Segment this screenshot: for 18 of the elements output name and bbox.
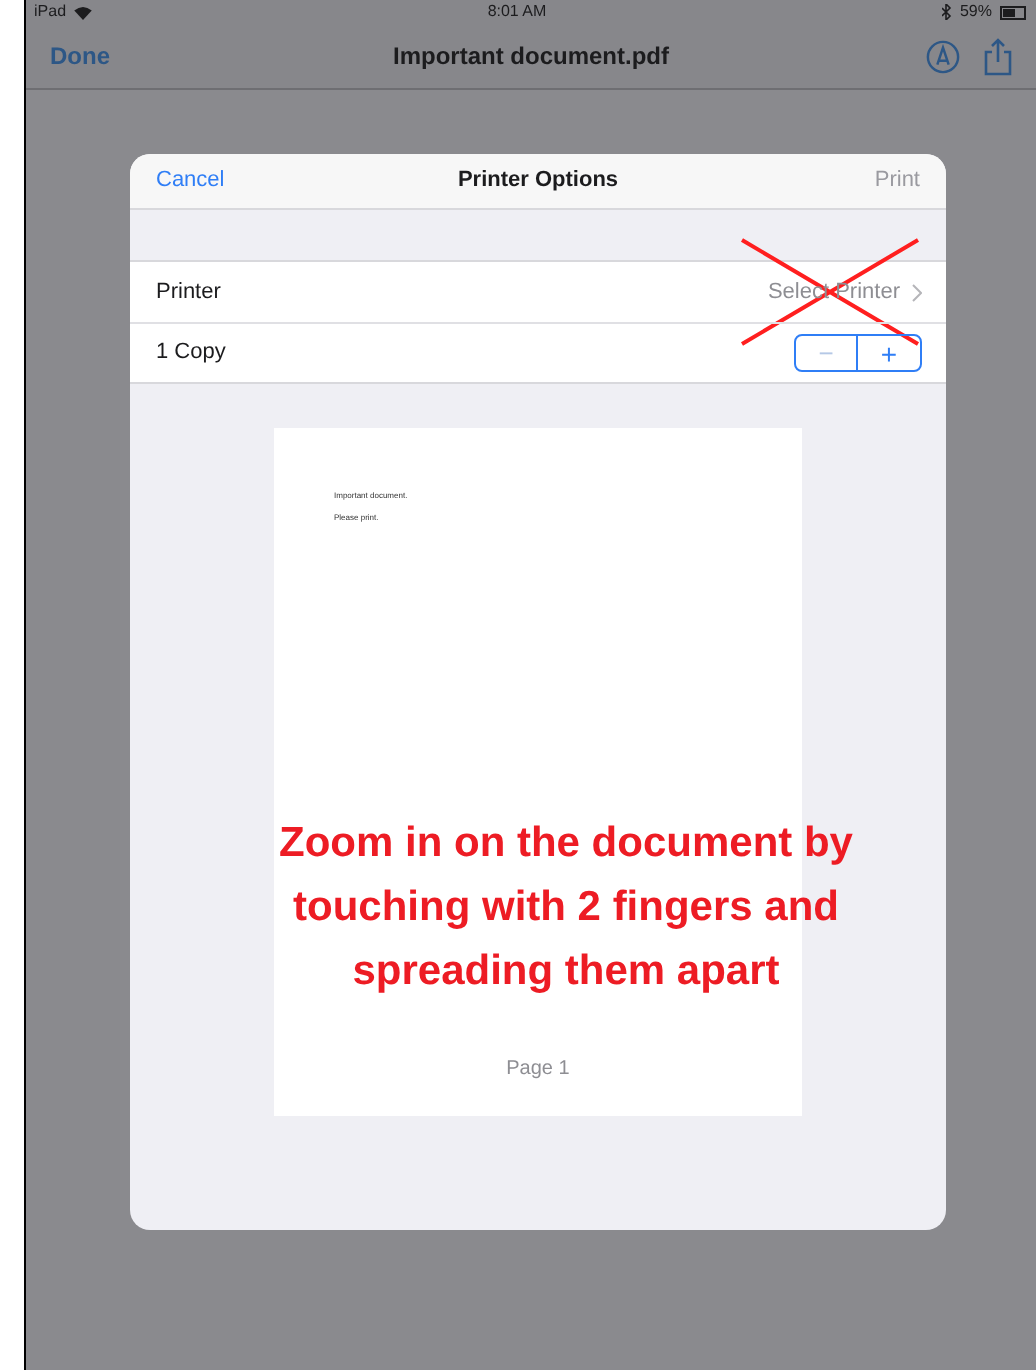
chevron-icon — [912, 283, 922, 301]
bluetooth-icon — [941, 4, 952, 20]
instruction-annotation: Zoom in on the document by touching with 2 fingers and spreading them apart — [277, 818, 855, 998]
increment-button[interactable]: + — [858, 336, 920, 370]
row-label: 1 Copy — [156, 338, 226, 369]
cancel-button[interactable]: Cancel — [156, 164, 225, 198]
wifi-icon — [74, 5, 93, 19]
battery-icon — [999, 5, 1028, 19]
clock-time: 8:01 AM — [487, 0, 547, 24]
share-icon[interactable] — [984, 37, 1012, 75]
done-button[interactable]: Done — [50, 38, 110, 74]
battery-percent: 59% — [959, 0, 992, 24]
dialog-title: Printer Options — [457, 166, 619, 197]
device-name: iPad — [34, 0, 67, 24]
page-number: Page 1 — [504, 1056, 572, 1084]
window-title: Important document.pdf — [393, 40, 669, 74]
row-label: Printer — [156, 277, 221, 308]
pen-circle-icon[interactable] — [926, 39, 960, 73]
